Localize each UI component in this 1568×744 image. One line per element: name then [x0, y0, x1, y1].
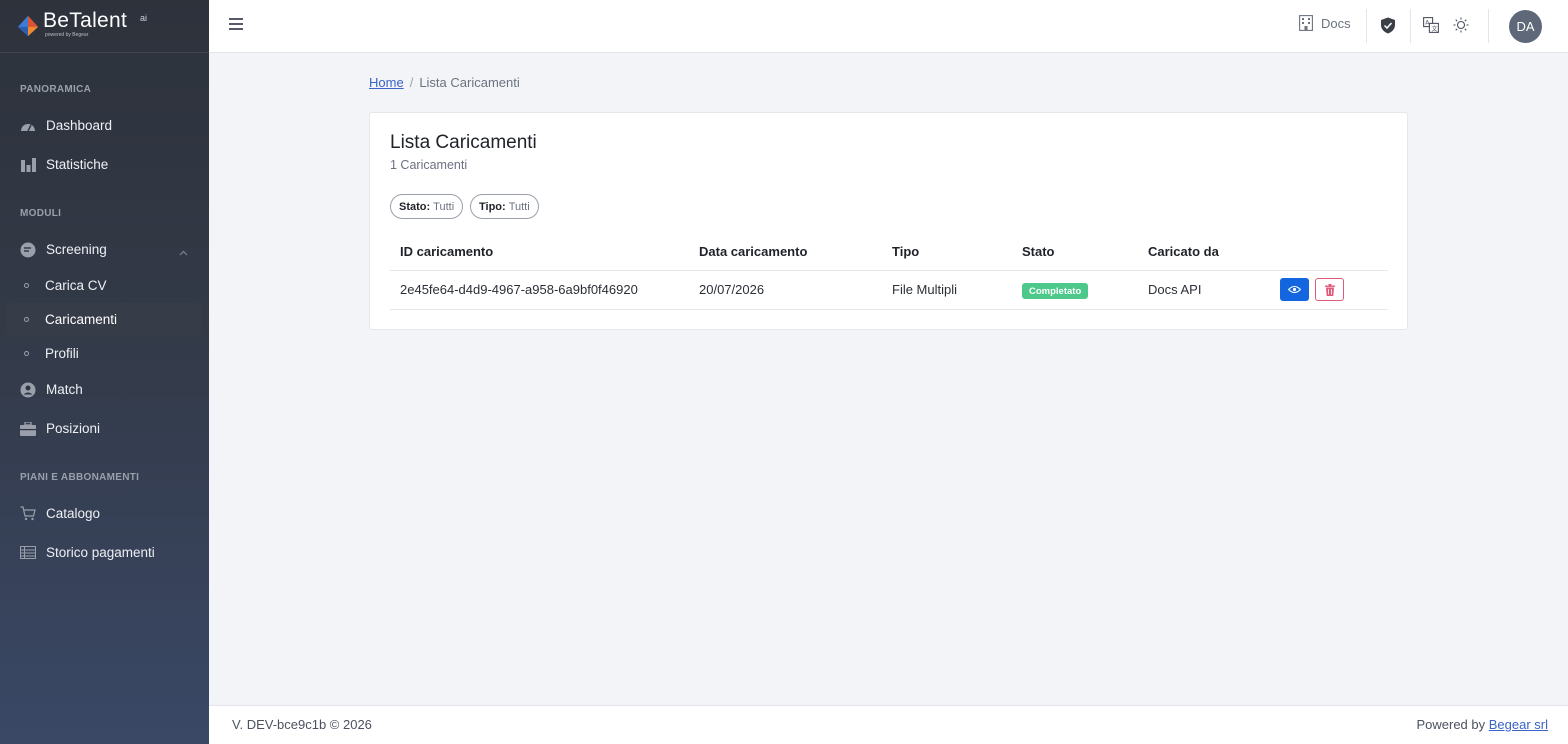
section-title-modules: MODULI: [20, 208, 62, 219]
cell-upload-date: 20/07/2026: [699, 282, 765, 297]
sidebar-item-match[interactable]: Match: [6, 373, 202, 406]
sidebar-item-label: Dashboard: [46, 118, 113, 133]
table-header-divider: [390, 270, 1388, 271]
sidebar-item-dashboard[interactable]: Dashboard: [6, 109, 202, 142]
docs-label: Docs: [1321, 15, 1351, 31]
sidebar: BeTalent ai powered by Begear PANORAMICA…: [0, 0, 209, 744]
building-icon: [1299, 15, 1313, 31]
version-text: V. DEV-bce9c1b © 2026: [232, 717, 372, 732]
breadcrumb-home-link[interactable]: Home: [369, 75, 404, 90]
sidebar-item-label: Storico pagamenti: [46, 545, 155, 560]
type-filter-chip[interactable]: Tipo: Tutti: [470, 194, 539, 219]
sidebar-item-label: Caricamenti: [45, 312, 118, 327]
breadcrumb-separator: /: [409, 75, 414, 90]
topbar: Docs A文 DA: [209, 0, 1568, 53]
cell-upload-id: 2e45fe64-d4d9-4967-a958-6a9bf0f46920: [400, 282, 638, 297]
sidebar-item-statistics[interactable]: Statistiche: [6, 148, 202, 181]
sidebar-item-label: Carica CV: [45, 278, 107, 293]
brand[interactable]: BeTalent ai powered by Begear: [0, 0, 209, 53]
sidebar-item-upload-cv[interactable]: Carica CV: [6, 269, 202, 302]
divider: [1488, 9, 1489, 43]
divider: [1366, 9, 1367, 43]
company-link[interactable]: Begear srl: [1489, 717, 1548, 732]
user-avatar[interactable]: DA: [1509, 10, 1542, 43]
bullet-icon: [24, 351, 29, 356]
sidebar-item-payment-history[interactable]: Storico pagamenti: [6, 536, 202, 569]
column-header-date[interactable]: Data caricamento: [699, 244, 807, 259]
footer: V. DEV-bce9c1b © 2026 Powered by Begear …: [209, 705, 1568, 744]
divider: [1410, 9, 1411, 43]
sun-icon[interactable]: [1452, 16, 1470, 34]
cart-icon: [20, 506, 36, 522]
svg-text:文: 文: [1432, 25, 1438, 33]
screening-icon: [20, 242, 36, 258]
column-header-uploaded-by[interactable]: Caricato da: [1148, 244, 1219, 259]
eye-icon: [1288, 285, 1301, 294]
sidebar-item-label: Statistiche: [46, 157, 109, 172]
filter-value: Tutti: [508, 200, 530, 213]
sidebar-item-label: Profili: [45, 346, 79, 361]
sidebar-item-positions[interactable]: Posizioni: [6, 412, 202, 445]
breadcrumb-current: Lista Caricamenti: [419, 75, 520, 90]
sidebar-item-label: Screening: [46, 242, 107, 257]
trash-icon: [1324, 283, 1335, 296]
sidebar-item-label: Posizioni: [46, 421, 101, 436]
shield-check-icon[interactable]: [1379, 16, 1397, 34]
translate-icon[interactable]: A文: [1422, 16, 1440, 34]
uploads-card: Lista Caricamenti 1 Caricamenti Stato: Tu…: [369, 112, 1408, 330]
sidebar-item-label: Match: [46, 382, 83, 397]
user-circle-icon: [20, 382, 36, 398]
cell-uploaded-by: Docs API: [1148, 282, 1202, 297]
column-header-id[interactable]: ID caricamento: [400, 244, 493, 259]
column-header-status[interactable]: Stato: [1022, 244, 1055, 259]
sidebar-item-uploads[interactable]: Caricamenti: [6, 303, 202, 336]
filter-label: Stato:: [399, 200, 431, 213]
sidebar-item-profiles[interactable]: Profili: [6, 337, 202, 370]
gauge-icon: [20, 118, 36, 134]
filter-value: Tutti: [433, 200, 455, 213]
filter-label: Tipo:: [479, 200, 506, 213]
brand-tagline: powered by Begear: [45, 32, 89, 38]
powered-by: Powered by Begear srl: [1416, 717, 1548, 732]
bullet-icon: [24, 317, 29, 322]
sidebar-item-screening[interactable]: Screening: [6, 233, 202, 266]
view-button[interactable]: [1280, 278, 1309, 301]
sidebar-item-catalog[interactable]: Catalogo: [6, 497, 202, 530]
brand-ai: ai: [140, 13, 148, 23]
table-list-icon: [20, 545, 36, 561]
cell-upload-type: File Multipli: [892, 282, 958, 297]
column-header-type[interactable]: Tipo: [892, 244, 919, 259]
section-title-plans: PIANI E ABBONAMENTI: [20, 472, 140, 483]
chevron-up-icon: [179, 244, 188, 259]
page-title: Lista Caricamenti: [390, 132, 537, 153]
breadcrumb: Home / Lista Caricamenti: [369, 75, 520, 90]
bullet-icon: [24, 283, 29, 288]
section-title-overview: PANORAMICA: [20, 84, 92, 95]
delete-button[interactable]: [1315, 278, 1344, 301]
table-row-divider: [390, 309, 1388, 310]
uploads-count: 1 Caricamenti: [390, 158, 468, 172]
bar-chart-icon: [20, 157, 36, 173]
sidebar-item-label: Catalogo: [46, 506, 101, 521]
docs-button[interactable]: Docs: [1299, 15, 1351, 31]
briefcase-icon: [20, 421, 36, 437]
powered-by-label: Powered by: [1416, 717, 1486, 732]
brand-name: BeTalent: [43, 9, 128, 32]
menu-toggle-icon[interactable]: [229, 18, 243, 30]
status-badge: Completato: [1022, 283, 1089, 299]
status-filter-chip[interactable]: Stato: Tutti: [390, 194, 464, 219]
brand-logo-icon: [17, 15, 39, 37]
